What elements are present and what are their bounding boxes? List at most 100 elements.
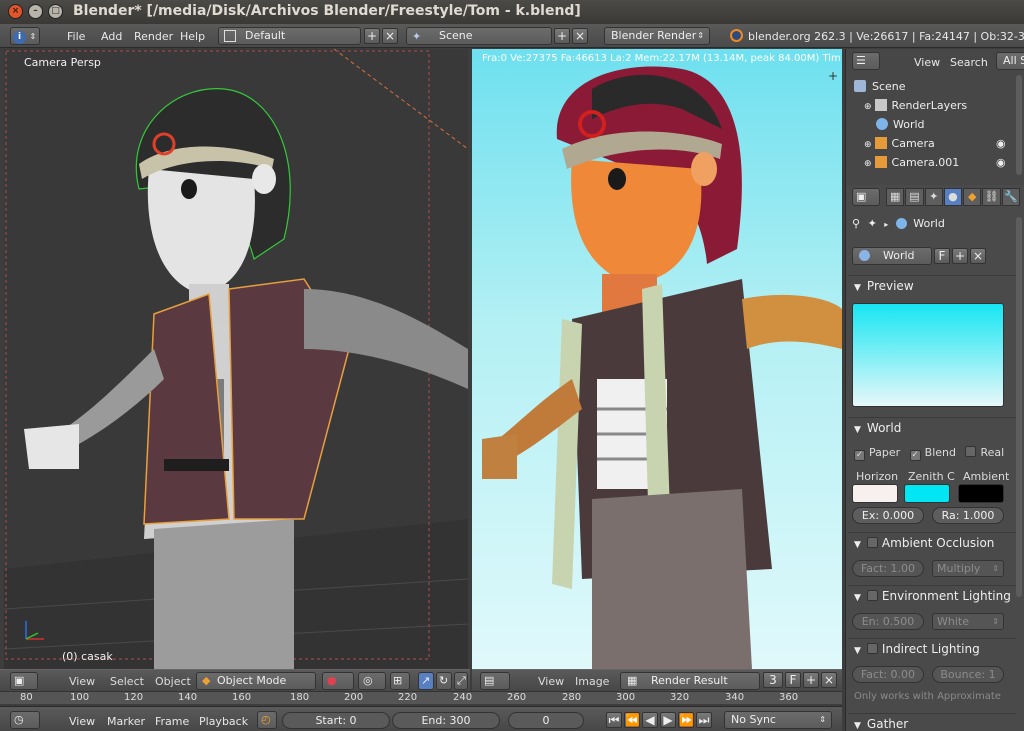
editor-type-button[interactable]: ◷ bbox=[10, 711, 40, 729]
play-reverse-button[interactable]: ◀ bbox=[642, 712, 658, 728]
outliner-editor-type[interactable]: ☰ bbox=[852, 52, 880, 70]
outliner-item-camera[interactable]: ⊕ Camera ◉ bbox=[846, 134, 1016, 153]
indirect-enable-checkbox[interactable] bbox=[866, 643, 878, 654]
preview-panel-header[interactable]: ▼ Preview bbox=[848, 275, 1016, 295]
menu-render[interactable]: Render bbox=[134, 30, 173, 43]
renderlayer-tab-icon[interactable]: ▤ bbox=[905, 188, 924, 206]
zenith-color-swatch[interactable] bbox=[904, 484, 950, 503]
world-fake-user-button[interactable]: F bbox=[934, 248, 950, 264]
screen-layout-selector[interactable]: Default bbox=[218, 27, 361, 45]
unlink-world-button[interactable]: × bbox=[970, 248, 986, 264]
outliner-item-camera-001[interactable]: ⊕ Camera.001 ◉ bbox=[846, 153, 1016, 172]
env-color-selector[interactable]: White ⇕ bbox=[932, 613, 1004, 630]
pivot-selector[interactable]: ◎ bbox=[358, 672, 386, 690]
jump-end-button[interactable]: ⏭ bbox=[696, 712, 712, 728]
outliner-item-scene[interactable]: Scene bbox=[846, 77, 1016, 96]
menu-search[interactable]: Search bbox=[950, 56, 988, 69]
current-frame-field[interactable]: 0 bbox=[508, 712, 584, 729]
gather-panel-header[interactable]: ▼ Gather bbox=[848, 713, 1016, 731]
properties-editor-type[interactable]: ▣ bbox=[852, 188, 880, 206]
menu-frame[interactable]: Frame bbox=[155, 715, 189, 728]
menu-marker[interactable]: Marker bbox=[107, 715, 145, 728]
menu-help[interactable]: Help bbox=[180, 30, 205, 43]
mode-selector[interactable]: ◆ Object Mode bbox=[196, 672, 316, 690]
menu-view[interactable]: View bbox=[69, 715, 95, 728]
ambient-color-swatch[interactable] bbox=[958, 484, 1004, 503]
new-world-button[interactable]: + bbox=[952, 248, 968, 264]
object-tab-icon[interactable]: ◆ bbox=[963, 188, 982, 206]
outliner-scrollbar[interactable] bbox=[1016, 75, 1022, 175]
rotate-manipulator[interactable]: ↻ bbox=[436, 672, 452, 690]
ambient-occlusion-header[interactable]: ▼ Ambient Occlusion bbox=[848, 532, 1016, 552]
menu-select[interactable]: Select bbox=[110, 675, 144, 688]
translate-manipulator[interactable]: ↗ bbox=[418, 672, 434, 690]
menu-add[interactable]: Add bbox=[101, 30, 122, 43]
sync-mode-selector[interactable]: No Sync ⇕ bbox=[724, 711, 832, 729]
expand-icon[interactable]: ⊕ bbox=[864, 102, 872, 112]
fake-user-button[interactable]: F bbox=[785, 672, 801, 688]
indirect-factor-field[interactable]: Fact: 0.00 bbox=[852, 666, 924, 683]
world-panel-header[interactable]: ▼ World bbox=[848, 417, 1016, 437]
3d-viewport[interactable]: Camera Persp (0) casak bbox=[4, 49, 468, 669]
range-field[interactable]: Ra: 1.000 bbox=[932, 507, 1004, 524]
indirect-lighting-header[interactable]: ▼ Indirect Lighting bbox=[848, 638, 1016, 658]
properties-scrollbar[interactable] bbox=[1016, 217, 1022, 597]
scene-tab-icon[interactable]: ✦ bbox=[924, 188, 943, 206]
blend-sky-checkbox[interactable]: ✓ Blend bbox=[909, 446, 956, 461]
menu-object[interactable]: Object bbox=[155, 675, 191, 688]
maximize-window-button[interactable]: □ bbox=[48, 4, 63, 19]
menu-view[interactable]: View bbox=[914, 56, 940, 69]
unlink-image-button[interactable]: × bbox=[821, 672, 837, 688]
play-button[interactable]: ▶ bbox=[660, 712, 676, 728]
menu-view[interactable]: View bbox=[69, 675, 95, 688]
menu-file[interactable]: File bbox=[67, 30, 85, 43]
expand-icon[interactable]: ⊕ bbox=[864, 159, 872, 169]
constraints-tab-icon[interactable]: ⛓ bbox=[982, 188, 1001, 206]
editor-type-button[interactable]: ▣ bbox=[10, 672, 38, 690]
menu-view[interactable]: View bbox=[538, 675, 564, 688]
editor-type-button[interactable]: ▤ bbox=[480, 672, 510, 690]
editor-type-button[interactable]: i ⇕ bbox=[10, 27, 40, 45]
bounce-field[interactable]: Bounce: 1 bbox=[932, 666, 1004, 683]
outliner-display-mode[interactable]: All Sc bbox=[996, 52, 1024, 70]
start-frame-field[interactable]: Start: 0 bbox=[282, 712, 390, 729]
outliner[interactable]: ☰ View Search All Sc Scene ⊕ RenderLayers… bbox=[846, 49, 1024, 185]
menu-image[interactable]: Image bbox=[575, 675, 609, 688]
manipulator-toggle[interactable]: ⊞ bbox=[390, 672, 410, 690]
horizon-color-swatch[interactable] bbox=[852, 484, 898, 503]
scale-manipulator[interactable]: ⤢ bbox=[454, 672, 468, 690]
modifiers-tab-icon[interactable]: 🔧 bbox=[1001, 188, 1020, 206]
prev-keyframe-button[interactable]: ⏪ bbox=[624, 712, 640, 728]
render-restrict-icon[interactable]: ◉ bbox=[996, 153, 1006, 172]
render-tab-icon[interactable]: ▦ bbox=[886, 188, 905, 206]
ao-factor-field[interactable]: Fact: 1.00 bbox=[852, 560, 924, 577]
outliner-item-renderlayers[interactable]: ⊕ RenderLayers bbox=[846, 96, 1016, 115]
world-datablock-selector[interactable]: World bbox=[852, 247, 932, 265]
pin-icon[interactable]: ⚲ bbox=[852, 217, 860, 230]
preview-range-toggle[interactable]: ◴ bbox=[257, 711, 277, 729]
image-users-count[interactable]: 3 bbox=[763, 672, 783, 688]
add-scene-button[interactable]: + bbox=[554, 28, 570, 44]
real-sky-checkbox[interactable]: Real bbox=[965, 446, 1004, 459]
menu-playback[interactable]: Playback bbox=[199, 715, 248, 728]
env-energy-field[interactable]: En: 0.500 bbox=[852, 613, 924, 630]
render-engine-selector[interactable]: Blender Render ⇕ bbox=[604, 27, 710, 45]
scene-selector[interactable]: ✦ Scene bbox=[406, 27, 552, 45]
exposure-field[interactable]: Ex: 0.000 bbox=[852, 507, 924, 524]
add-region-button[interactable]: + bbox=[828, 69, 838, 83]
env-enable-checkbox[interactable] bbox=[866, 590, 878, 601]
paper-sky-checkbox[interactable]: ✓ Paper bbox=[854, 446, 900, 461]
expand-icon[interactable]: ⊕ bbox=[864, 140, 872, 150]
ao-blend-mode-selector[interactable]: Multiply ⇕ bbox=[932, 560, 1004, 577]
delete-scene-button[interactable]: × bbox=[572, 28, 588, 44]
minimize-window-button[interactable]: – bbox=[28, 4, 43, 19]
render-result-image[interactable]: Fra:0 Ve:27375 Fa:46613 La:2 Mem:22.17M … bbox=[472, 49, 842, 669]
add-screen-button[interactable]: + bbox=[364, 28, 380, 44]
ao-enable-checkbox[interactable] bbox=[866, 537, 878, 548]
new-image-button[interactable]: + bbox=[803, 672, 819, 688]
image-selector[interactable]: ▦ Render Result bbox=[620, 672, 760, 690]
environment-lighting-header[interactable]: ▼ Environment Lighting bbox=[848, 585, 1016, 605]
render-restrict-icon[interactable]: ◉ bbox=[996, 134, 1006, 153]
close-window-button[interactable]: × bbox=[8, 4, 23, 19]
delete-screen-button[interactable]: × bbox=[382, 28, 398, 44]
